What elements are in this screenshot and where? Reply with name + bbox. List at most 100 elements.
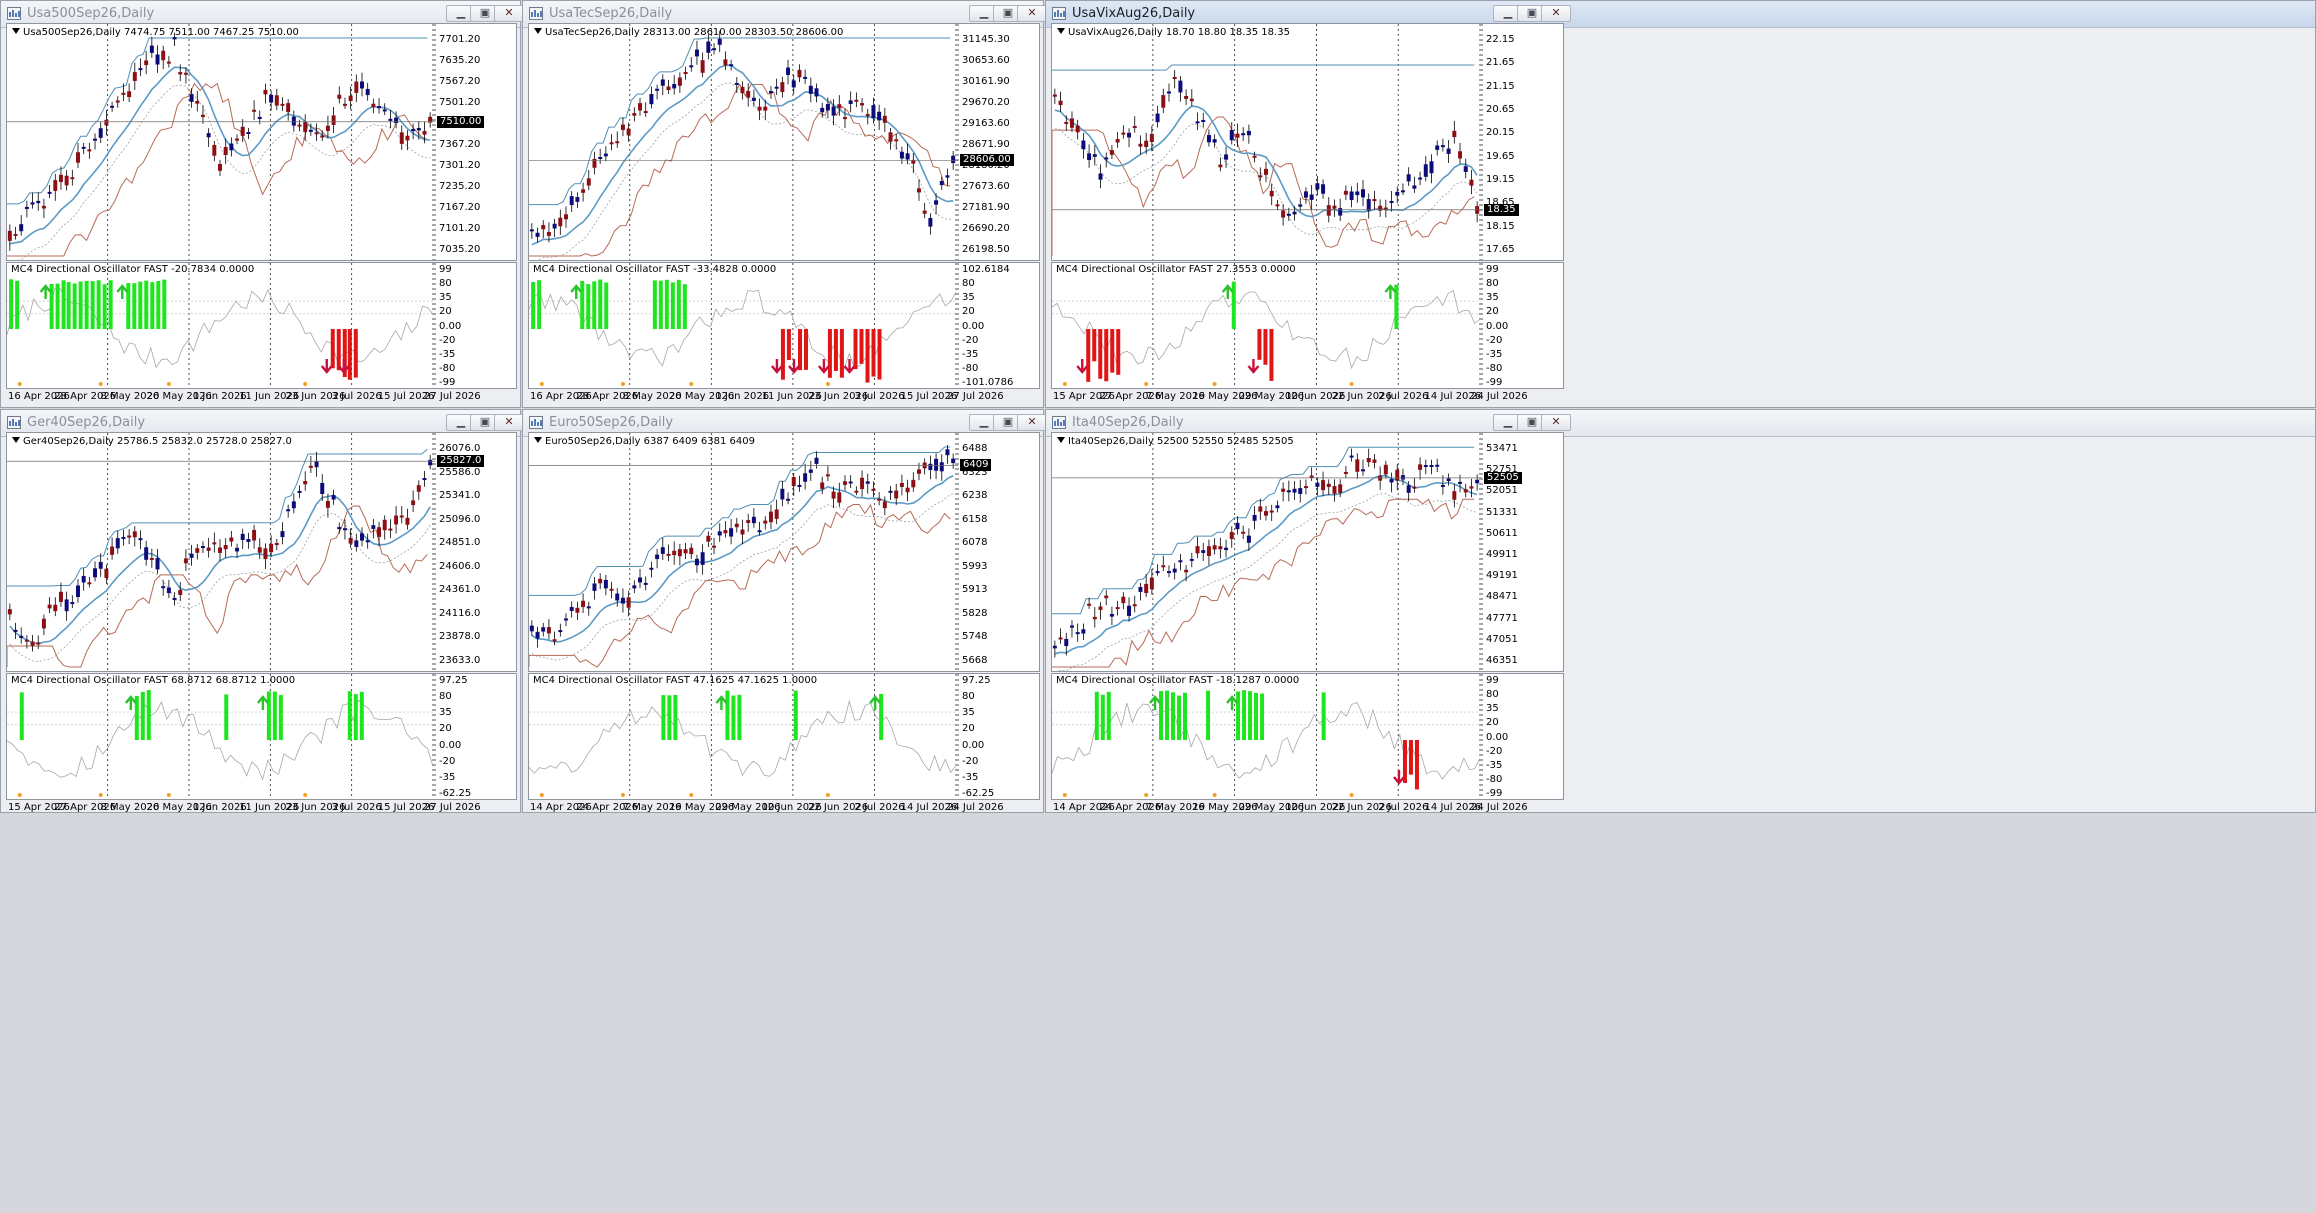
oscillator-panel[interactable]: MC4 Directional Oscillator FAST -18.1287… [1051,673,1564,800]
signal-dot [1349,793,1354,797]
candlestick [649,94,654,105]
chart-window-usa500[interactable]: Usa500Sep26,Daily ▁ ▣ ✕ Usa500Sep26,Dail… [0,0,524,408]
candlestick [558,217,563,227]
bear-histogram-bar [1263,329,1268,365]
price-chart[interactable]: Ita40Sep26,Daily 52500 52550 52485 52505… [1051,432,1564,672]
price-tick-label: 6488 [962,443,988,454]
chart-window-usavix[interactable]: UsaVixAug26,Daily ▁ ▣ ✕ UsaVixAug26,Dail… [1045,0,2316,408]
candlestick [183,558,188,564]
oscillator-panel[interactable]: MC4 Directional Oscillator FAST 47.1625 … [528,673,1040,800]
candlestick [700,552,705,565]
candlestick [934,458,939,471]
price-tick-label: 7367.20 [439,139,481,150]
oscillator-tick-label: 80 [439,691,452,703]
candlestick [820,107,825,113]
price-chart[interactable]: Ger40Sep26,Daily 25786.5 25832.0 25728.0… [6,432,517,672]
price-chart[interactable]: Euro50Sep26,Daily 6387 6409 6381 6409 64… [528,432,1040,672]
candlestick [546,232,551,236]
candlestick [894,490,899,499]
window-title: Euro50Sep26,Daily [549,415,674,430]
chart-window-icon [7,416,21,429]
trailing-stop-line [1052,498,1475,668]
candlestick [1349,191,1354,201]
candlestick [348,95,353,101]
candlestick [252,529,257,541]
candlestick [586,606,591,609]
chart-window-usatec[interactable]: UsaTecSep26,Daily ▁ ▣ ✕ UsaTecSep26,Dail… [522,0,1047,408]
candlestick [609,142,614,145]
price-tick-label: 7635.20 [439,55,481,66]
candlestick [64,599,69,612]
oscillator-panel[interactable]: MC4 Directional Oscillator FAST 68.8712 … [6,673,517,800]
chart-header: Usa500Sep26,Daily 7474.75 7511.00 7467.2… [23,27,299,38]
oscillator-tick-label: -20 [962,755,979,767]
oscillator-tick-label: 102.6184 [962,264,1010,275]
candlestick [155,54,160,65]
candlestick [1429,161,1434,174]
bull-histogram-bar [793,690,798,741]
price-chart[interactable]: UsaVixAug26,Daily 18.70 18.80 18.35 18.3… [1051,23,1564,261]
dropdown-triangle-icon [534,28,542,34]
candlestick [1463,166,1468,172]
oscillator-tick-label: 80 [1486,278,1499,290]
price-chart[interactable]: UsaTecSep26,Daily 28313.00 28610.00 2830… [528,23,1040,261]
close-button[interactable]: ✕ [1017,414,1047,431]
chart-window-ita40[interactable]: Ita40Sep26,Daily ▁ ▣ ✕ Ita40Sep26,Daily … [1045,409,2316,813]
close-button[interactable]: ✕ [494,414,524,431]
candlestick [706,535,711,542]
oscillator-panel[interactable]: MC4 Directional Oscillator FAST -20.7834… [6,262,517,389]
candlestick [1258,506,1263,512]
signal-dot [689,382,694,386]
bear-histogram-bar [786,329,791,360]
candlestick [64,175,69,186]
close-button[interactable]: ✕ [1541,414,1571,431]
oscillator-tick-label: -20 [439,334,456,346]
oscillator-tick-label: 99 [1486,675,1499,686]
window-title: Ita40Sep26,Daily [1072,415,1184,430]
candlestick [1058,637,1063,640]
candlestick [354,81,359,93]
candlestick [422,131,427,135]
chart-window-ger40[interactable]: Ger40Sep26,Daily ▁ ▣ ✕ Ger40Sep26,Daily … [0,409,524,813]
candlestick [41,205,46,209]
close-button[interactable]: ✕ [1541,5,1571,22]
candlestick [127,535,132,538]
candlestick [706,41,711,53]
candlestick [575,197,580,202]
candlestick [320,483,325,495]
candlestick [820,482,825,489]
candlestick [144,60,149,66]
candlestick [723,530,728,534]
oscillator-header: MC4 Directional Oscillator FAST -18.1287… [1056,675,1300,686]
date-axis: 14 Apr 2026 24 Apr 2026 7 May 2026 19 May 2… [1051,802,1564,814]
candlestick [865,481,870,484]
candlestick [729,64,734,67]
chart-window-euro50[interactable]: Euro50Sep26,Daily ▁ ▣ ✕ Euro50Sep26,Dail… [522,409,1047,813]
buy-arrow-icon [715,695,728,711]
candlestick [1281,210,1286,218]
price-tick-label: 5993 [962,560,988,572]
candlestick [257,116,262,119]
buy-arrow-icon [1149,695,1161,711]
oscillator-panel[interactable]: MC4 Directional Oscillator FAST -33.4828… [528,262,1040,389]
candlestick [1052,645,1057,649]
candlestick [1469,179,1474,186]
candlestick [803,473,808,482]
buy-arrow-icon [256,695,269,711]
candlestick [98,128,103,138]
close-button[interactable]: ✕ [494,5,524,22]
price-chart[interactable]: Usa500Sep26,Daily 7474.75 7511.00 7467.2… [6,23,517,261]
candlestick [269,94,274,103]
candlestick [797,69,802,78]
candlestick [1418,177,1423,180]
candlestick [1326,205,1331,216]
candlestick [768,91,773,94]
candlestick [672,84,677,89]
candlestick [428,459,433,466]
bull-histogram-bar [72,283,77,330]
candlestick [149,45,154,53]
close-button[interactable]: ✕ [1017,5,1047,22]
oscillator-panel[interactable]: MC4 Directional Oscillator FAST 27.3553 … [1051,262,1564,389]
candlestick [218,547,222,553]
candlestick [1366,199,1371,211]
